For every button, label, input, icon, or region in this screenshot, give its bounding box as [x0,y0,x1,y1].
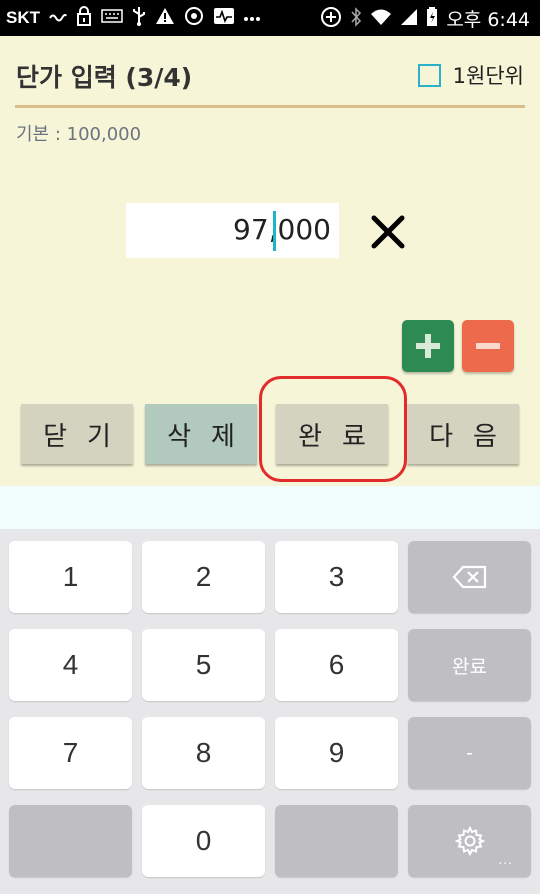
key-4[interactable]: 4 [9,629,132,701]
status-bar: SKT 오후 6:44 [0,0,540,36]
pulse-icon [213,7,235,29]
usb-icon [132,6,146,30]
price-input-value: 97,000 [233,213,331,246]
unit-checkbox-label[interactable]: 1원단위 [453,60,524,90]
cell-signal-icon [400,8,418,29]
more-icon [244,10,260,26]
key-8[interactable]: 8 [142,717,265,789]
sync-icon [320,6,342,31]
lock-icon [76,6,92,30]
battery-icon [426,6,438,30]
signal-icon [49,9,67,27]
key-7[interactable]: 7 [9,717,132,789]
text-cursor [273,211,276,251]
header-divider [15,105,525,108]
backspace-icon [452,565,486,589]
increase-button[interactable] [402,320,454,372]
key-blank-right[interactable] [275,805,398,877]
key-blank-left[interactable] [9,805,132,877]
wifi-icon [370,8,392,29]
next-button[interactable]: 다음 [407,404,519,464]
shield-icon [184,6,204,30]
key-0[interactable]: 0 [142,805,265,877]
key-6[interactable]: 6 [275,629,398,701]
base-price-label: 기본 : 100,000 [16,124,142,145]
gear-icon [454,826,485,856]
numeric-keyboard: 1 2 3 4 5 6 완료 7 8 9 - 0 ... [0,529,540,894]
key-2[interactable]: 2 [142,541,265,613]
key-backspace[interactable] [408,541,531,613]
key-dash[interactable]: - [408,717,531,789]
warning-icon [155,7,175,29]
minus-icon [476,343,500,349]
key-9[interactable]: 9 [275,717,398,789]
carrier-label: SKT [6,8,40,27]
unit-checkbox-row[interactable]: 1원단위 [417,60,524,90]
page-title: 단가 입력 (3/4) [16,63,193,92]
key-settings[interactable]: ... [408,805,531,877]
more-dots: ... [498,851,513,867]
price-input[interactable]: 97,000 [126,203,339,258]
bluetooth-icon [350,6,362,30]
key-1[interactable]: 1 [9,541,132,613]
delete-button[interactable]: 삭제 [145,404,257,464]
unit-checkbox[interactable] [417,63,441,87]
key-done[interactable]: 완료 [408,629,531,701]
plus-icon [416,334,440,358]
key-3[interactable]: 3 [275,541,398,613]
keyboard-top-strip [0,486,540,529]
clear-icon[interactable] [366,210,410,254]
keyboard-icon [101,9,123,27]
clock: 오후 6:44 [446,8,530,31]
decrease-button[interactable] [462,320,514,372]
highlight-annotation [259,376,407,482]
key-5[interactable]: 5 [142,629,265,701]
close-button[interactable]: 닫기 [21,404,133,464]
